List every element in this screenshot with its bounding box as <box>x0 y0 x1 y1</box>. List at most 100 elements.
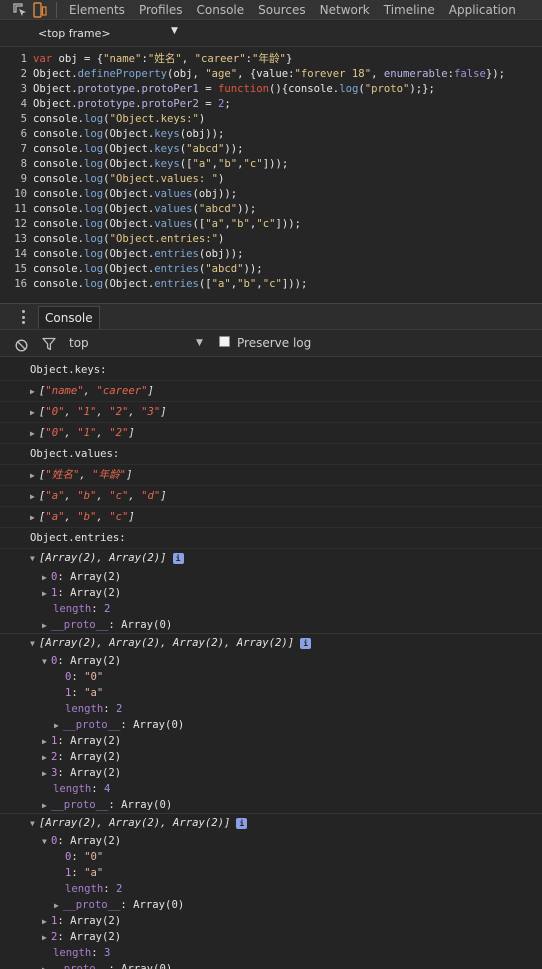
tree-node[interactable]: ▶__proto__: Array(0) <box>0 797 542 813</box>
tab-timeline[interactable]: Timeline <box>377 0 442 20</box>
code-line[interactable]: 15 console.log(Object.entries("abcd")); <box>0 262 542 277</box>
array-preview[interactable]: ["0", "1", "2"] <box>39 427 135 439</box>
console-array-message[interactable]: ▶ ["0", "1", "2", "3"] <box>0 402 542 423</box>
code-line[interactable]: 7 console.log(Object.keys("abcd")); <box>0 142 542 157</box>
preserve-log-label[interactable]: Preserve log <box>237 336 311 350</box>
tree-node[interactable]: ▶__proto__: Array(0) <box>0 617 542 633</box>
code-token: = <box>198 98 218 110</box>
context-selector[interactable]: top <box>69 336 89 350</box>
tree-node[interactable]: ▼ 0: Array(2) <box>0 653 542 669</box>
console-array-message[interactable]: ▶ ["0", "1", "2"] <box>0 423 542 444</box>
collapse-arrow-icon[interactable]: ▼ <box>30 550 39 568</box>
code-line[interactable]: 8 console.log(Object.keys(["a","b","c"]))… <box>0 157 542 172</box>
expand-arrow-icon[interactable]: ▶ <box>42 750 51 766</box>
tree-node[interactable]: ▶ 3: Array(2) <box>0 765 542 781</box>
code-line[interactable]: 2 Object.defineProperty(obj, "age", {valu… <box>0 67 542 82</box>
tree-node[interactable]: ▶ 2: Array(2) <box>0 749 542 765</box>
frame-selector[interactable]: <top frame> ▼ <box>0 21 542 47</box>
filter-icon[interactable] <box>42 336 56 355</box>
array-preview[interactable]: ["姓名", "年龄"] <box>39 469 132 481</box>
console-array-message[interactable]: ▶ ["a", "b", "c", "d"] <box>0 486 542 507</box>
tab-profiles[interactable]: Profiles <box>132 0 190 20</box>
console-output[interactable]: Object.keys: ▶ ["name", "career"] ▶ ["0", "1… <box>0 358 542 969</box>
info-icon[interactable]: i <box>236 818 248 829</box>
preserve-log-checkbox[interactable] <box>219 336 230 347</box>
tree-node[interactable]: ▼ 0: Array(2) <box>0 833 542 849</box>
code-token: (Object. <box>103 248 155 260</box>
array-preview[interactable]: ["name", "career"] <box>39 385 154 397</box>
collapse-arrow-icon[interactable]: ▼ <box>30 635 39 653</box>
expand-arrow-icon[interactable]: ▶ <box>42 618 51 634</box>
array-preview[interactable]: ["0", "1", "2", "3"] <box>39 406 167 418</box>
console-object-header[interactable]: ▼ [Array(2), Array(2), Array(2), Array(2)… <box>0 633 542 653</box>
expand-arrow-icon[interactable]: ▶ <box>30 507 39 528</box>
object-preview[interactable]: [Array(2), Array(2), Array(2)] <box>39 817 230 829</box>
expand-arrow-icon[interactable]: ▶ <box>30 465 39 486</box>
code-line[interactable]: 13 console.log("Object.entries:") <box>0 232 542 247</box>
tab-console[interactable]: Console <box>190 0 252 20</box>
expand-arrow-icon[interactable]: ▶ <box>42 570 51 586</box>
tree-node[interactable]: ▶ 0: Array(2) <box>0 569 542 585</box>
object-preview[interactable]: [Array(2), Array(2), Array(2), Array(2)] <box>39 637 294 649</box>
tab-network[interactable]: Network <box>313 0 377 20</box>
expand-arrow-icon[interactable]: ▶ <box>30 486 39 507</box>
collapse-arrow-icon[interactable]: ▼ <box>42 654 51 670</box>
console-object-header[interactable]: ▼ [Array(2), Array(2)] i <box>0 549 542 569</box>
code-line[interactable]: 4 Object.prototype.protoPer2 = 2; <box>0 97 542 112</box>
info-icon[interactable]: i <box>172 553 184 564</box>
tab-elements[interactable]: Elements <box>62 0 132 20</box>
inspect-element-icon[interactable] <box>10 0 30 20</box>
tree-node[interactable]: ▶ 1: Array(2) <box>0 913 542 929</box>
tree-node[interactable]: ▶ 1: Array(2) <box>0 733 542 749</box>
expand-arrow-icon[interactable]: ▶ <box>42 798 51 814</box>
expand-arrow-icon[interactable]: ▶ <box>30 423 39 444</box>
device-mode-icon[interactable] <box>30 0 50 20</box>
object-preview[interactable]: [Array(2), Array(2)] <box>39 552 167 564</box>
info-icon[interactable]: i <box>300 638 312 649</box>
code-line[interactable]: 1 var obj = {"name":"姓名", "career":"年龄"} <box>0 52 542 67</box>
code-line[interactable]: 6 console.log(Object.keys(obj)); <box>0 127 542 142</box>
expand-arrow-icon[interactable]: ▶ <box>42 914 51 930</box>
tree-node[interactable]: ▶ 1: Array(2) <box>0 585 542 601</box>
code-line[interactable]: 10 console.log(Object.values(obj)); <box>0 187 542 202</box>
tree-node[interactable]: ▶__proto__: Array(0) <box>0 717 542 733</box>
console-array-message[interactable]: ▶ ["a", "b", "c"] <box>0 507 542 528</box>
code-token: console. <box>33 143 85 155</box>
tree-node[interactable]: ▶__proto__: Array(0) <box>0 961 542 969</box>
collapse-arrow-icon[interactable]: ▼ <box>30 815 39 833</box>
frame-selector-label[interactable]: <top frame> <box>38 27 111 40</box>
code-line[interactable]: 11 console.log(Object.values("abcd")); <box>0 202 542 217</box>
expand-arrow-icon[interactable]: ▶ <box>42 930 51 946</box>
tree-node[interactable]: ▶ 2: Array(2) <box>0 929 542 945</box>
code-line[interactable]: 5 console.log("Object.keys:") <box>0 112 542 127</box>
code-line[interactable]: 16 console.log(Object.entries(["a","b","c… <box>0 277 542 292</box>
tree-node[interactable]: ▶__proto__: Array(0) <box>0 897 542 913</box>
code-token: "年龄" <box>251 53 286 65</box>
code-editor[interactable]: 1 var obj = {"name":"姓名", "career":"年龄"} 2… <box>0 47 542 302</box>
console-array-message[interactable]: ▶ ["name", "career"] <box>0 381 542 402</box>
collapse-arrow-icon[interactable]: ▼ <box>42 834 51 850</box>
drawer-tab-console[interactable]: Console <box>38 306 100 329</box>
console-object-header[interactable]: ▼ [Array(2), Array(2), Array(2)] i <box>0 813 542 833</box>
code-line[interactable]: 14 console.log(Object.entries(obj)); <box>0 247 542 262</box>
clear-console-icon[interactable] <box>15 337 28 356</box>
expand-arrow-icon[interactable]: ▶ <box>42 962 51 969</box>
tab-sources[interactable]: Sources <box>251 0 312 20</box>
code-line[interactable]: 12 console.log(Object.values(["a","b","c"… <box>0 217 542 232</box>
expand-arrow-icon[interactable]: ▶ <box>42 766 51 782</box>
console-array-message[interactable]: ▶ ["姓名", "年龄"] <box>0 465 542 486</box>
expand-arrow-icon[interactable]: ▶ <box>54 718 63 734</box>
more-vertical-icon[interactable] <box>17 310 29 324</box>
tab-application[interactable]: Application <box>442 0 523 20</box>
expand-arrow-icon[interactable]: ▶ <box>54 898 63 914</box>
expand-arrow-icon[interactable]: ▶ <box>30 402 39 423</box>
dropdown-arrow-icon[interactable]: ▼ <box>171 26 178 36</box>
array-preview[interactable]: ["a", "b", "c"] <box>39 511 135 523</box>
expand-arrow-icon[interactable]: ▶ <box>42 586 51 602</box>
code-line[interactable]: 3 Object.prototype.protoPer1 = function()… <box>0 82 542 97</box>
expand-arrow-icon[interactable]: ▶ <box>30 381 39 402</box>
expand-arrow-icon[interactable]: ▶ <box>42 734 51 750</box>
code-line[interactable]: 9 console.log("Object.values: ") <box>0 172 542 187</box>
array-preview[interactable]: ["a", "b", "c", "d"] <box>39 490 167 502</box>
context-dropdown-arrow-icon[interactable]: ▼ <box>196 338 203 348</box>
